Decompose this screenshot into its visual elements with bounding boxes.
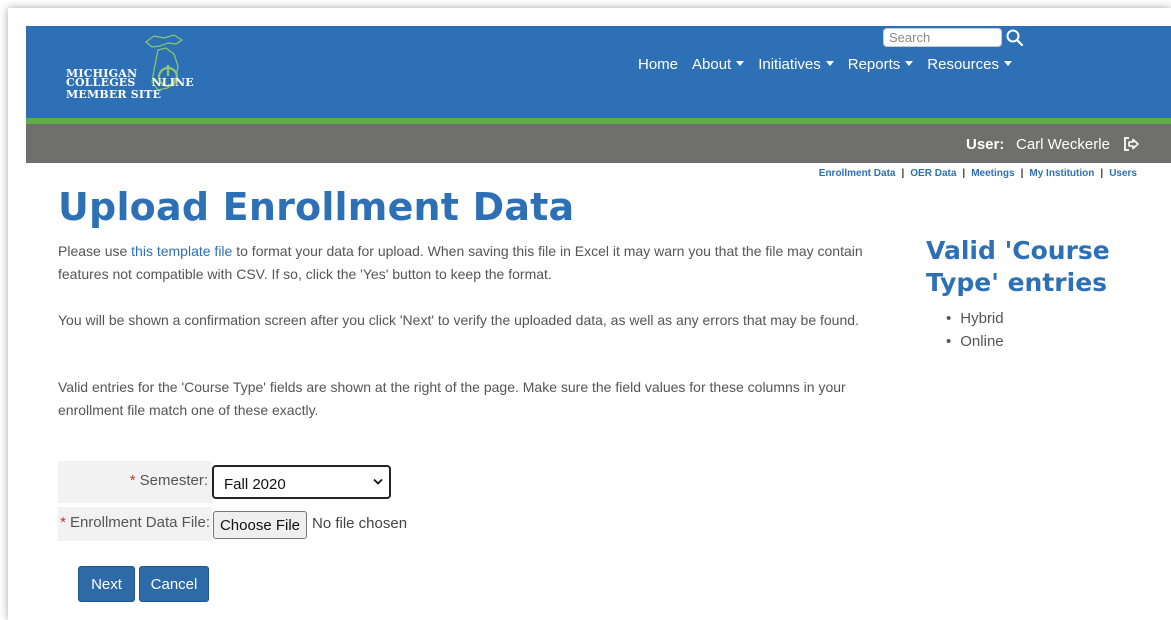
required-marker: * xyxy=(60,514,66,531)
user-name: Carl Weckerle xyxy=(1016,136,1110,153)
subnav-oer-data[interactable]: OER Data xyxy=(910,168,956,179)
nav-initiatives-label: Initiatives xyxy=(758,56,821,73)
caret-down-icon xyxy=(1003,61,1012,66)
caret-down-icon xyxy=(736,61,745,66)
file-label: * Enrollment Data File: xyxy=(58,507,212,541)
nav-home-label: Home xyxy=(638,56,679,73)
search-input[interactable] xyxy=(883,28,1002,47)
sub-nav: Enrollment Data | OER Data | Meetings | My Ins… xyxy=(819,168,1137,179)
user-label: User: xyxy=(966,136,1005,153)
file-status-text: No file chosen xyxy=(312,515,408,532)
site-header: MICHIGAN COLLEGESNLINE MEMBER SITE Home … xyxy=(26,26,1171,118)
search-area xyxy=(883,28,1024,47)
subnav-separator: | xyxy=(962,168,966,179)
nav-about[interactable]: About xyxy=(692,56,745,73)
semester-label: * Semester: xyxy=(58,461,212,503)
confirmation-paragraph: You will be shown a confirmation screen … xyxy=(58,312,859,328)
nav-resources-label: Resources xyxy=(927,56,999,73)
caret-down-icon xyxy=(905,61,914,66)
sign-out-icon[interactable] xyxy=(1122,135,1140,153)
subnav-meetings[interactable]: Meetings xyxy=(971,168,1014,179)
nav-reports[interactable]: Reports xyxy=(848,56,914,73)
file-label-text: Enrollment Data File: xyxy=(69,514,210,531)
subnav-separator: | xyxy=(1020,168,1024,179)
user-bar: User: Carl Weckerle xyxy=(26,124,1171,163)
subnav-users[interactable]: Users xyxy=(1109,168,1137,179)
intro-text-start: Please use xyxy=(58,243,132,259)
cancel-button[interactable]: Cancel xyxy=(139,566,209,602)
nav-resources[interactable]: Resources xyxy=(927,56,1012,73)
nav-home[interactable]: Home xyxy=(638,56,678,73)
subnav-separator: | xyxy=(901,168,905,179)
course-type-list: Hybrid Online xyxy=(946,307,1003,353)
subnav-separator: | xyxy=(1100,168,1104,179)
caret-down-icon xyxy=(825,61,834,66)
nav-about-label: About xyxy=(692,56,732,73)
required-marker: * xyxy=(129,472,136,489)
nav-initiatives[interactable]: Initiatives xyxy=(758,56,834,73)
list-item: Hybrid xyxy=(946,307,1003,330)
course-type-paragraph: Valid entries for the 'Course Type' fiel… xyxy=(58,379,846,418)
logo-line-3: MEMBER SITE xyxy=(66,88,162,101)
search-icon[interactable] xyxy=(1005,28,1025,48)
nav-reports-label: Reports xyxy=(847,56,901,73)
template-file-link[interactable]: this template file xyxy=(131,243,232,259)
main-nav: Home About Initiatives Reports Resources xyxy=(638,56,1026,73)
site-logo[interactable]: MICHIGAN COLLEGES NLINE MEMBER SITE xyxy=(64,32,214,112)
list-item: Online xyxy=(946,330,1003,353)
course-type-heading: Valid 'Course Type' entries xyxy=(926,236,1110,297)
subnav-my-institution[interactable]: My Institution xyxy=(1029,168,1094,179)
subnav-enrollment-data[interactable]: Enrollment Data xyxy=(819,168,896,179)
chevron-down-icon xyxy=(373,478,383,485)
semester-label-text: Semester: xyxy=(139,472,208,489)
choose-file-button[interactable]: Choose File xyxy=(213,511,307,539)
next-button[interactable]: Next xyxy=(78,566,135,602)
semester-select[interactable]: Fall 2020 xyxy=(212,465,391,499)
semester-selected-value: Fall 2020 xyxy=(224,476,286,493)
page-title: Upload Enrollment Data xyxy=(58,185,575,229)
intro-paragraph: Please use this template file to format … xyxy=(58,240,888,286)
